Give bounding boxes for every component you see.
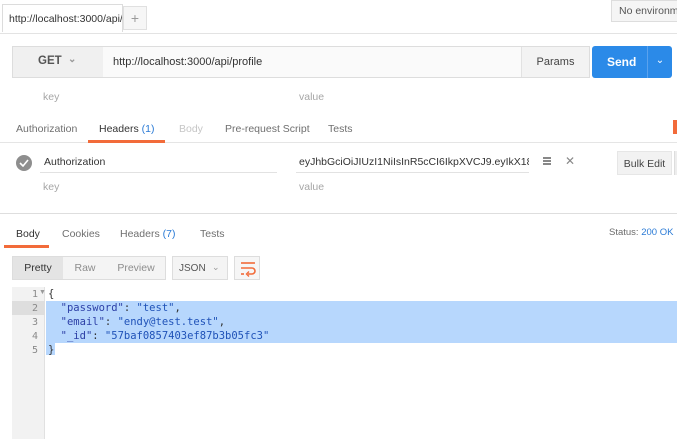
hamburger-menu-icon[interactable]	[543, 157, 551, 165]
word-wrap-button[interactable]	[234, 256, 260, 280]
json-key: "password"	[60, 302, 124, 314]
send-options-chevron-icon[interactable]: ⌄	[647, 46, 672, 78]
chevron-down-icon: ⌄	[68, 54, 77, 65]
response-tab-headers-count: (7)	[162, 228, 176, 240]
json-value: "endy@test.test"	[117, 316, 219, 328]
code-line: "password": "test",	[60, 302, 181, 314]
close-icon[interactable]: ✕	[565, 154, 575, 168]
word-wrap-icon	[241, 262, 256, 277]
line-number: 5	[31, 345, 38, 356]
request-tab-label: http://localhost:3000/api/pr	[9, 13, 123, 25]
response-body-editor[interactable]: 1 ▼ 2 3 4 5 { "password": "test", "email…	[12, 287, 677, 439]
method-label: GET	[38, 55, 62, 67]
tab-tests-label: Tests	[328, 123, 353, 135]
active-tab-indicator	[88, 140, 165, 143]
response-tab-tests-label: Tests	[200, 228, 225, 240]
new-header-value-placeholder[interactable]: value	[299, 181, 324, 193]
response-tab-cookies-label: Cookies	[62, 228, 100, 240]
response-tab-tests[interactable]: Tests	[200, 228, 225, 240]
json-comma: ,	[218, 316, 226, 328]
json-key: "email"	[60, 316, 105, 328]
format-select[interactable]: JSON ⌄	[172, 256, 228, 280]
json-value: "57baf0857403ef87b3b05fc3"	[104, 330, 270, 342]
chevron-down-icon: ⌄	[212, 262, 220, 272]
bulk-edit-button[interactable]: Bulk Edit	[617, 151, 672, 175]
line-number: 3	[31, 317, 38, 328]
url-text: http://localhost:3000/api/profile	[113, 56, 263, 68]
response-active-tab-indicator	[4, 245, 49, 248]
response-tab-body[interactable]: Body	[16, 228, 40, 240]
bulk-edit-label: Bulk Edit	[623, 158, 666, 170]
header-key-text: Authorization	[44, 156, 106, 168]
code-line: "email": "endy@test.test",	[60, 316, 226, 328]
param-value-placeholder[interactable]: value	[299, 91, 324, 103]
method-select[interactable]: GET ⌄	[13, 47, 103, 77]
header-row: Authorization eyJhbGciOiJIUzI1NiIsInR5cC…	[0, 151, 677, 175]
fold-arrow-icon[interactable]: ▼	[39, 289, 46, 296]
environment-label: No environme	[619, 5, 677, 17]
tab-bar: http://localhost:3000/api/pr + No enviro…	[0, 0, 677, 34]
header-value-field[interactable]: eyJhbGciOiJIUzI1NiIsInR5cCI6IkpXVCJ9.eyI…	[296, 151, 529, 173]
tab-headers-label: Headers	[99, 123, 139, 135]
view-preview-button[interactable]: Preview	[107, 257, 165, 279]
json-comma: ,	[174, 302, 181, 314]
new-header-key-placeholder[interactable]: key	[43, 181, 59, 193]
json-value: "test"	[136, 302, 175, 314]
view-pretty-label: Pretty	[24, 262, 52, 274]
view-mode-group: Pretty Raw Preview	[12, 256, 166, 280]
response-tab-cookies[interactable]: Cookies	[62, 228, 100, 240]
request-tab[interactable]: http://localhost:3000/api/pr	[2, 4, 123, 32]
view-raw-label: Raw	[74, 262, 96, 274]
url-bar: GET ⌄ http://localhost:3000/api/profile …	[12, 46, 590, 78]
request-response-divider	[0, 213, 677, 214]
tab-pre-request-script[interactable]: Pre-request Script	[225, 123, 310, 135]
response-tab-headers-label: Headers	[120, 228, 160, 240]
tab-body-label: Body	[179, 123, 203, 135]
code-line: "_id": "57baf0857403ef87b3b05fc3"	[60, 330, 270, 342]
send-label: Send	[607, 55, 637, 69]
status-label: Status:	[609, 227, 639, 238]
open-brace: {	[48, 288, 55, 300]
line-number-gutter: 1 ▼ 2 3 4 5	[12, 287, 46, 439]
param-key-placeholder[interactable]: key	[43, 91, 59, 103]
tab-body[interactable]: Body	[179, 123, 203, 135]
header-value-text: eyJhbGciOiJIUzI1NiIsInR5cCI6IkpXVCJ9.eyI…	[299, 156, 529, 168]
params-row: key value	[0, 86, 677, 108]
environment-select[interactable]: No environme	[611, 0, 677, 22]
url-input[interactable]: http://localhost:3000/api/profile	[103, 47, 521, 77]
json-key: "_id"	[60, 330, 93, 342]
tab-authorization-label: Authorization	[16, 123, 78, 135]
tab-tests[interactable]: Tests	[328, 123, 353, 135]
view-pretty-button[interactable]: Pretty	[13, 257, 63, 279]
tab-pre-request-script-label: Pre-request Script	[225, 123, 310, 135]
scroll-marker	[673, 120, 677, 134]
tab-bar-divider	[0, 33, 677, 34]
new-header-row: key value	[0, 176, 677, 198]
plus-icon: +	[130, 10, 140, 26]
params-button[interactable]: Params	[521, 47, 589, 77]
line-number: 1	[31, 289, 38, 300]
view-raw-button[interactable]: Raw	[63, 257, 107, 279]
add-tab-button[interactable]: +	[123, 6, 147, 30]
status-value: 200 OK	[641, 227, 674, 238]
response-tab-body-label: Body	[16, 228, 40, 240]
send-button[interactable]: Send ⌄	[592, 46, 672, 78]
response-tab-headers[interactable]: Headers (7)	[120, 228, 175, 240]
line-number: 2	[31, 303, 38, 314]
tab-headers[interactable]: Headers (1)	[99, 123, 154, 135]
params-label: Params	[536, 56, 575, 68]
code-line: {	[48, 288, 54, 302]
format-label: JSON	[179, 263, 206, 274]
code-line: }	[48, 344, 54, 358]
check-circle-icon[interactable]	[16, 155, 32, 171]
header-key-field[interactable]: Authorization	[40, 151, 277, 173]
tab-authorization[interactable]: Authorization	[16, 123, 77, 135]
close-brace: }	[48, 344, 55, 356]
response-tabs: Body Cookies Headers (7) Tests	[0, 222, 677, 248]
tab-headers-count: (1)	[141, 123, 155, 135]
status-badge: Status: 200 OK	[609, 227, 673, 238]
line-number: 4	[31, 331, 38, 342]
view-preview-label: Preview	[117, 262, 155, 274]
